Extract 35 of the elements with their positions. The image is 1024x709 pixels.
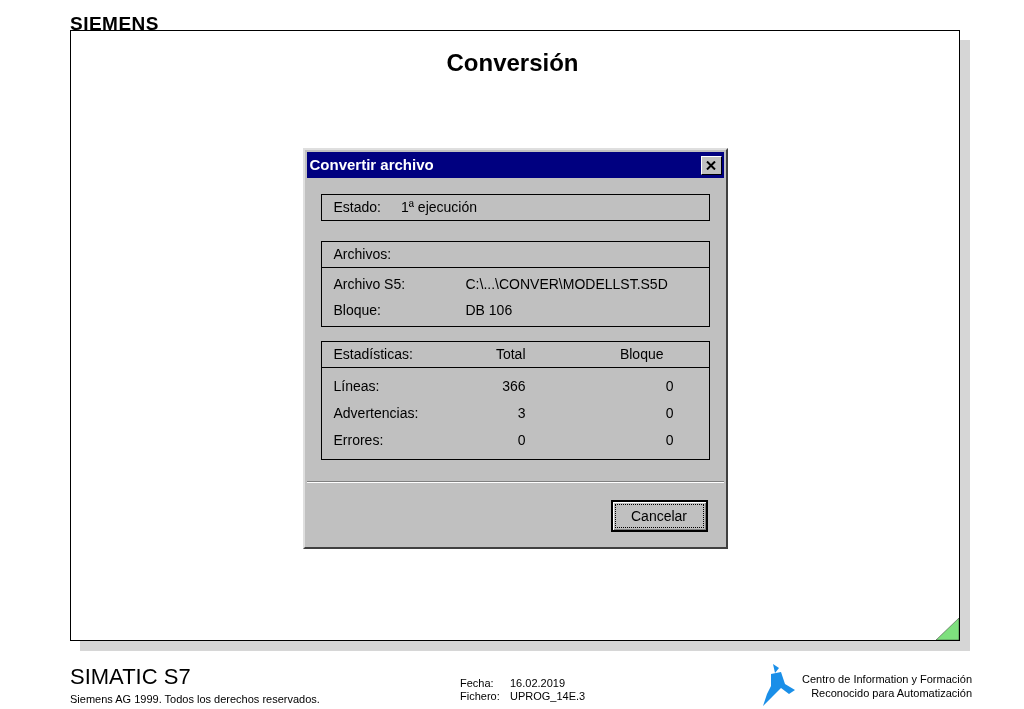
product-name: SIMATIC S7 xyxy=(70,664,192,689)
table-cell-text: 0 xyxy=(665,431,674,450)
slide-title: Conversión xyxy=(446,48,579,78)
field-value: UPROG_14E.3 xyxy=(510,690,586,703)
status-value: 1ª ejecución xyxy=(401,198,477,217)
table-cell-text: 3 xyxy=(517,404,526,423)
cancel-button[interactable]: Cancelar xyxy=(610,500,708,532)
close-button[interactable] xyxy=(700,155,722,175)
row-label: Líneas: xyxy=(333,377,381,396)
status-label: Estado: xyxy=(333,198,381,217)
brand-logo: SIEMENS xyxy=(70,13,160,34)
copyright-text: Siemens AG 1999. Todos los derechos reservados. xyxy=(70,692,320,707)
table-cell-text: 0 xyxy=(665,377,674,396)
center-text: Centro de Information y Formación xyxy=(802,672,972,686)
close-icon xyxy=(706,160,716,170)
field-value: C:\...\CONVER\MODELLST.S5D xyxy=(465,274,668,294)
field-value: DB 106 xyxy=(465,300,513,320)
field-label: Bloque: xyxy=(333,300,382,320)
column-header: Estadísticas: xyxy=(333,345,414,364)
field-label: Archivo S5: xyxy=(333,274,407,294)
column-header: Bloque xyxy=(619,345,664,364)
field-label: Fichero: xyxy=(460,690,501,703)
dialog-title: Convertir archivo xyxy=(309,154,434,175)
center-text: Reconocido para Automatización xyxy=(811,686,972,700)
column-header: Total xyxy=(495,345,526,364)
row-label: Errores: xyxy=(333,431,385,450)
table-cell-text: 0 xyxy=(517,431,526,450)
table-cell-text: 0 xyxy=(665,404,674,423)
table-cell-text: 366 xyxy=(502,377,526,396)
files-heading: Archivos: xyxy=(333,245,392,264)
figure-logo-icon xyxy=(761,664,797,706)
field-value: 16.02.2019 xyxy=(510,677,567,690)
row-label: Advertencias: xyxy=(333,404,420,423)
field-label: Fecha: xyxy=(460,677,495,690)
corner-triangle xyxy=(936,618,959,640)
